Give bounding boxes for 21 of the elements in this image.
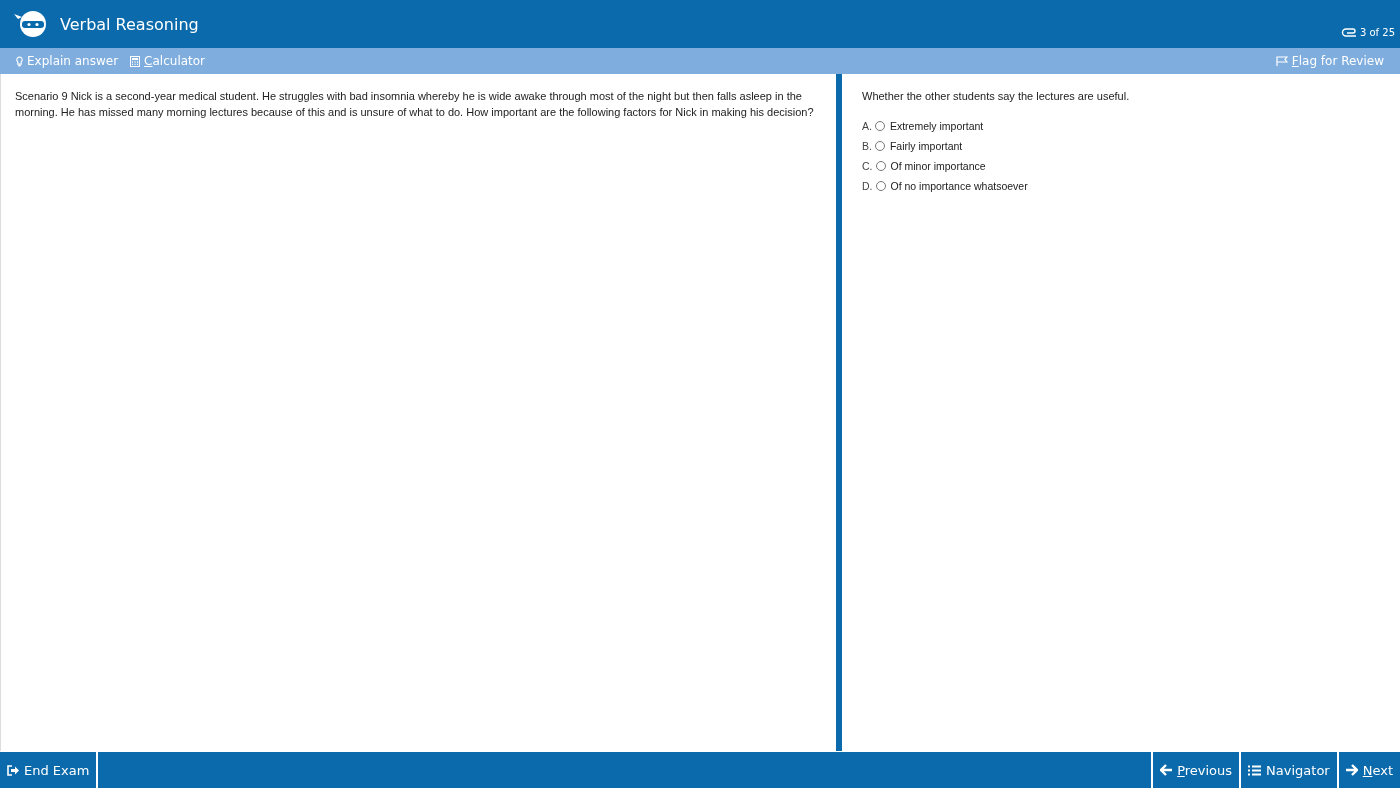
paperclip-icon bbox=[1340, 27, 1357, 38]
option-letter: A. bbox=[862, 120, 872, 132]
lightbulb-icon bbox=[16, 55, 23, 67]
question-counter: 3 of 25 bbox=[1359, 27, 1395, 38]
option-letter: D. bbox=[862, 180, 873, 192]
exit-icon bbox=[7, 764, 19, 776]
app-title: Verbal Reasoning bbox=[60, 14, 199, 34]
option-label[interactable]: Of minor importance bbox=[890, 160, 986, 172]
option-letter: C. bbox=[862, 160, 873, 172]
scenario-text: Scenario 9 Nick is a second-year medical student. He struggles with bad insomnia whereby he is wide awake through most of the night but then falls asleep in the morning. He has missed many morning lectures because of this and is unsure of what to do. How important are the following factors for Nick in making his decision? bbox=[15, 89, 815, 120]
ninja-logo-icon bbox=[12, 9, 48, 39]
right-arrow-icon bbox=[1345, 764, 1358, 776]
option-label[interactable]: Fairly important bbox=[889, 140, 963, 152]
left-arrow-icon bbox=[1160, 764, 1173, 776]
option-label[interactable]: Of no importance whatsoever bbox=[890, 180, 1028, 192]
question-text: Whether the other students say the lectures are useful. bbox=[862, 89, 1131, 104]
calculator-icon bbox=[130, 55, 141, 67]
option-label[interactable]: Extremely important bbox=[889, 120, 984, 132]
list-icon bbox=[1248, 764, 1262, 776]
option-letter: B. bbox=[862, 140, 872, 152]
flag-icon bbox=[1275, 56, 1288, 66]
